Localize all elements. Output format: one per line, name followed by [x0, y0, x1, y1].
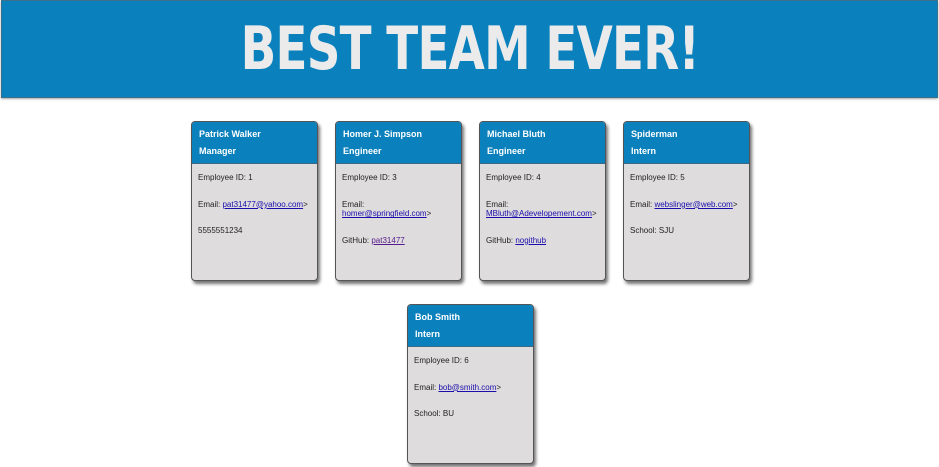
email-suffix: > [303, 199, 308, 209]
github-label: GitHub: [486, 235, 516, 245]
employee-role: Manager [199, 146, 237, 156]
email-row: Email: MBluth@Adevelopement.com> [486, 200, 599, 219]
card-header: Michael Bluth Engineer [480, 122, 605, 164]
email-suffix: > [591, 209, 597, 219]
employee-card-engineer: Homer J. Simpson Engineer Employee ID: 3… [335, 121, 462, 281]
email-row: Email: homer@springfield.com> [342, 200, 455, 219]
email-suffix: > [426, 209, 432, 219]
card-body: Employee ID: 3 Email: homer@springfield.… [336, 164, 461, 245]
office-number: 5555551234 [198, 226, 243, 236]
email-link[interactable]: bob@smith.com [438, 383, 496, 392]
card-header: Bob Smith Intern [408, 305, 533, 347]
school-value: BU [442, 409, 455, 419]
employee-id-label: Employee ID: [486, 173, 537, 182]
employee-id-label: Employee ID: [198, 173, 249, 182]
employee-id-value: 4 [536, 173, 541, 182]
email-label: Email: [198, 199, 223, 209]
school-row: School: SJU [630, 226, 743, 236]
employee-id-value: 6 [464, 356, 469, 365]
employee-id-value: 5 [680, 173, 685, 182]
employee-name: Spiderman [631, 129, 678, 139]
card-body: Employee ID: 4 Email: MBluth@Adevelopeme… [480, 164, 605, 245]
email-row: Email: webslinger@web.com> [630, 200, 743, 210]
employee-id-row: Employee ID: 6 [414, 356, 527, 366]
email-row: Email: bob@smith.com> [414, 383, 527, 393]
card-header: Homer J. Simpson Engineer [336, 122, 461, 164]
employee-card-manager: Patrick Walker Manager Employee ID: 1 Em… [191, 121, 318, 281]
employee-id-value: 1 [248, 173, 253, 182]
card-body: Employee ID: 6 Email: bob@smith.com> Sch… [408, 347, 533, 419]
email-link[interactable]: pat31477@yahoo.com [222, 200, 303, 209]
github-label: GitHub: [342, 235, 372, 245]
email-label: Email: [486, 199, 509, 209]
card-body: Employee ID: 1 Email: pat31477@yahoo.com… [192, 164, 317, 236]
email-row: Email: pat31477@yahoo.com> [198, 200, 311, 210]
employee-id-row: Employee ID: 3 [342, 173, 455, 183]
card-body: Employee ID: 5 Email: webslinger@web.com… [624, 164, 749, 236]
employee-id-value: 3 [392, 173, 397, 182]
employee-card-engineer: Michael Bluth Engineer Employee ID: 4 Em… [479, 121, 606, 281]
github-row: GitHub: nogithub [486, 236, 599, 246]
email-suffix: > [732, 199, 738, 209]
github-link[interactable]: nogithub [515, 236, 546, 245]
employee-id-row: Employee ID: 5 [630, 173, 743, 183]
employee-role: Intern [415, 329, 441, 339]
email-link[interactable]: homer@springfield.com [342, 209, 427, 218]
employee-id-row: Employee ID: 4 [486, 173, 599, 183]
card-header: Spiderman Intern [624, 122, 749, 164]
email-label: Email: [630, 199, 655, 209]
employee-id-row: Employee ID: 1 [198, 173, 311, 183]
employee-card-intern: Bob Smith Intern Employee ID: 6 Email: b… [407, 304, 534, 464]
employee-id-label: Employee ID: [630, 173, 681, 182]
employee-name: Homer J. Simpson [343, 129, 423, 139]
email-link[interactable]: MBluth@Adevelopement.com [486, 209, 592, 218]
page-banner: BEST TEAM EVER! [1, 0, 938, 98]
employee-card-intern: Spiderman Intern Employee ID: 5 Email: w… [623, 121, 750, 281]
school-label: School: [414, 409, 443, 419]
email-link[interactable]: webslinger@web.com [654, 200, 732, 209]
page-title: BEST TEAM EVER! [240, 14, 699, 84]
employee-name: Michael Bluth [487, 129, 546, 139]
school-value: SJU [658, 226, 675, 236]
github-row: GitHub: pat31477 [342, 236, 455, 246]
employee-role: Engineer [487, 146, 526, 156]
employee-id-label: Employee ID: [342, 173, 393, 182]
employee-id-label: Employee ID: [414, 356, 465, 365]
email-label: Email: [414, 382, 439, 392]
employee-name: Patrick Walker [199, 129, 261, 139]
email-suffix: > [496, 382, 502, 392]
card-header: Patrick Walker Manager [192, 122, 317, 164]
email-label: Email: [342, 199, 365, 209]
employee-role: Intern [631, 146, 657, 156]
school-label: School: [630, 226, 659, 236]
employee-role: Engineer [343, 146, 382, 156]
employee-name: Bob Smith [415, 312, 460, 322]
github-link[interactable]: pat31477 [371, 236, 404, 245]
school-row: School: BU [414, 409, 527, 419]
